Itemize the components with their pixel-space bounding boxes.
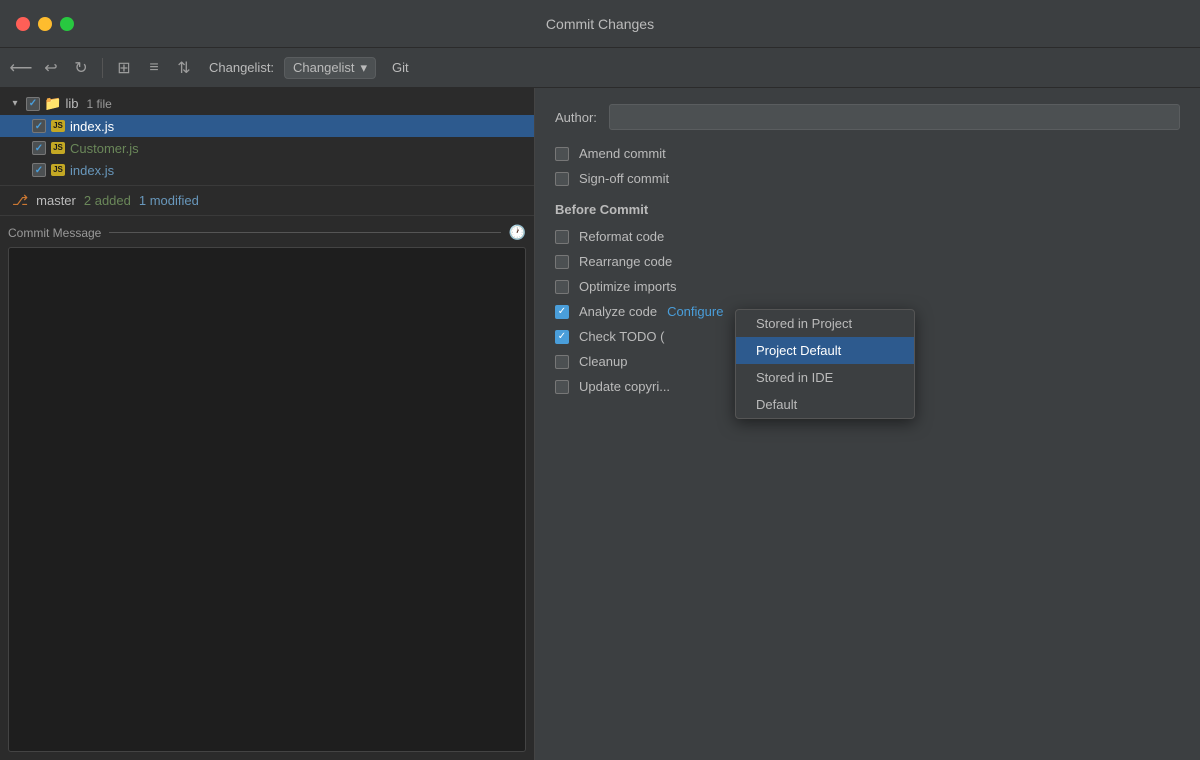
reformat-code-label: Reformat code xyxy=(579,229,664,244)
cleanup-label: Cleanup xyxy=(579,354,627,369)
optimize-imports-checkbox[interactable] xyxy=(555,280,569,294)
file-name-1: Customer.js xyxy=(70,141,139,156)
main-layout: ▾ 📁 lib 1 file JS index.js JS Customer.j… xyxy=(0,88,1200,760)
cleanup-checkbox[interactable] xyxy=(555,355,569,369)
modified-count: 1 modified xyxy=(139,193,199,208)
branch-bar: ⎇ master 2 added 1 modified xyxy=(0,185,534,216)
expand-icon[interactable]: ⟵ xyxy=(8,55,34,81)
author-input[interactable] xyxy=(609,104,1180,130)
added-count: 2 added xyxy=(84,193,131,208)
filter-icon[interactable]: ≡ xyxy=(141,55,167,81)
js-file-icon-0: JS xyxy=(50,118,66,134)
sign-off-commit-row: Sign-off commit xyxy=(555,171,1180,186)
rearrange-code-label: Rearrange code xyxy=(579,254,672,269)
optimize-imports-label: Optimize imports xyxy=(579,279,677,294)
chevron-icon: ▾ xyxy=(8,98,22,109)
update-copyright-label: Update copyri... xyxy=(579,379,670,394)
amend-commit-row: Amend commit xyxy=(555,146,1180,161)
commit-message-header: Commit Message 🕐 xyxy=(8,224,526,241)
list-item[interactable]: JS Customer.js xyxy=(0,137,534,159)
file-checkbox-0[interactable] xyxy=(32,119,46,133)
group-icon[interactable]: ⊞ xyxy=(111,55,137,81)
maximize-button[interactable] xyxy=(60,17,74,31)
folder-icon: 📁 xyxy=(44,95,61,112)
changelist-value: Changelist xyxy=(293,60,354,75)
rearrange-code-checkbox[interactable] xyxy=(555,255,569,269)
sign-off-label: Sign-off commit xyxy=(579,171,669,186)
amend-commit-checkbox[interactable] xyxy=(555,147,569,161)
author-label: Author: xyxy=(555,110,597,125)
before-commit-header: Before Commit xyxy=(555,202,1180,217)
folder-file-count: 1 file xyxy=(86,97,111,111)
check-todo-row: Check TODO ( Stored in Project Project D… xyxy=(555,329,1180,344)
amend-commit-label: Amend commit xyxy=(579,146,666,161)
sign-off-checkbox[interactable] xyxy=(555,172,569,186)
js-file-icon-1: JS xyxy=(50,140,66,156)
window-controls xyxy=(16,17,74,31)
check-todo-label: Check TODO ( xyxy=(579,329,664,344)
folder-row[interactable]: ▾ 📁 lib 1 file xyxy=(0,92,534,115)
file-tree: ▾ 📁 lib 1 file JS index.js JS Customer.j… xyxy=(0,88,534,185)
dropdown-project-default[interactable]: Project Default xyxy=(736,337,914,364)
dropdown-default[interactable]: Default xyxy=(736,391,914,418)
configure-link[interactable]: Configure xyxy=(667,304,723,319)
reformat-code-row: Reformat code xyxy=(555,229,1180,244)
list-item[interactable]: JS index.js xyxy=(0,159,534,181)
check-todo-checkbox[interactable] xyxy=(555,330,569,344)
close-button[interactable] xyxy=(16,17,30,31)
js-file-icon-2: JS xyxy=(50,162,66,178)
folder-checkbox[interactable] xyxy=(26,97,40,111)
title-bar: Commit Changes xyxy=(0,0,1200,48)
todo-dropdown-popup: Stored in Project Project Default Stored… xyxy=(735,309,915,419)
branch-icon: ⎇ xyxy=(12,192,28,209)
branch-name: master xyxy=(36,193,76,208)
refresh-icon[interactable]: ↻ xyxy=(68,55,94,81)
rearrange-code-row: Rearrange code xyxy=(555,254,1180,269)
window-title: Commit Changes xyxy=(546,16,654,32)
chevron-down-icon: ▾ xyxy=(360,60,367,76)
analyze-code-checkbox[interactable] xyxy=(555,305,569,319)
analyze-code-label: Analyze code xyxy=(579,304,657,319)
changelist-dropdown[interactable]: Changelist ▾ xyxy=(284,57,376,79)
git-label: Git xyxy=(392,60,409,75)
list-item[interactable]: JS index.js xyxy=(0,115,534,137)
file-name-2: index.js xyxy=(70,163,114,178)
commit-message-divider xyxy=(109,232,500,233)
optimize-imports-row: Optimize imports xyxy=(555,279,1180,294)
file-checkbox-1[interactable] xyxy=(32,141,46,155)
dropdown-stored-in-project[interactable]: Stored in Project xyxy=(736,310,914,337)
undo-icon[interactable]: ↩ xyxy=(38,55,64,81)
left-panel: ▾ 📁 lib 1 file JS index.js JS Customer.j… xyxy=(0,88,535,760)
file-checkbox-2[interactable] xyxy=(32,163,46,177)
commit-message-input[interactable] xyxy=(8,247,526,752)
update-copyright-checkbox[interactable] xyxy=(555,380,569,394)
commit-message-label: Commit Message xyxy=(8,226,101,240)
toolbar: ⟵ ↩ ↻ ⊞ ≡ ⇅ Changelist: Changelist ▾ Git xyxy=(0,48,1200,88)
reformat-code-checkbox[interactable] xyxy=(555,230,569,244)
author-row: Author: xyxy=(555,104,1180,130)
minimize-button[interactable] xyxy=(38,17,52,31)
file-name-0: index.js xyxy=(70,119,114,134)
sort-icon[interactable]: ⇅ xyxy=(171,55,197,81)
right-panel: Author: Amend commit Sign-off commit Bef… xyxy=(535,88,1200,760)
separator-1 xyxy=(102,58,103,78)
commit-message-section: Commit Message 🕐 xyxy=(0,216,534,760)
changelist-label: Changelist: xyxy=(209,60,274,75)
folder-name: lib xyxy=(65,96,78,111)
history-icon[interactable]: 🕐 xyxy=(509,224,526,241)
dropdown-stored-in-ide[interactable]: Stored in IDE xyxy=(736,364,914,391)
